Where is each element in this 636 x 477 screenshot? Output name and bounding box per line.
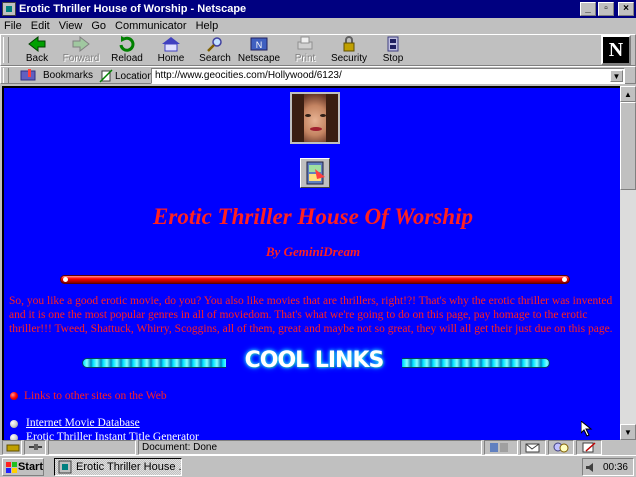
netscape-window-icon[interactable]: [2, 2, 16, 16]
volume-icon[interactable]: [585, 462, 597, 473]
windows-taskbar: Start Erotic Thriller House ... 00:36: [0, 455, 636, 477]
netscape-task-icon: [58, 460, 72, 474]
page-proxy-icon[interactable]: [99, 69, 113, 83]
print-icon: [295, 36, 315, 52]
print-label: Print: [294, 53, 316, 64]
stop-icon: [383, 36, 403, 52]
window-title: Erotic Thriller House of Worship - Netsc…: [19, 3, 247, 15]
clock: 00:36: [602, 461, 628, 473]
windows-flag-icon: [6, 461, 17, 473]
window-title-bar[interactable]: Erotic Thriller House of Worship - Netsc…: [0, 0, 636, 18]
page-title: Erotic Thriller House Of Worship: [153, 204, 473, 229]
print-button[interactable]: Print: [283, 36, 327, 66]
minimize-button[interactable]: _: [580, 2, 596, 16]
film-animation-icon: [300, 158, 330, 188]
menu-view[interactable]: View: [59, 20, 83, 32]
reload-button[interactable]: Reload: [105, 36, 149, 66]
link-internet-movie-database[interactable]: Internet Movie Database: [26, 417, 140, 429]
online-status-icon[interactable]: [24, 440, 46, 455]
location-url-text: http://www.geocities.com/Hollywood/6123/: [155, 70, 342, 81]
stop-button[interactable]: Stop: [371, 36, 415, 66]
status-text: Document: Done: [138, 440, 482, 455]
bookmarks-label: Bookmarks: [43, 69, 94, 81]
search-icon: [205, 36, 225, 52]
location-label: Location:: [115, 70, 156, 82]
security-status-icon[interactable]: [2, 440, 22, 455]
component-bar-navigator-icon[interactable]: [484, 440, 518, 455]
menu-bar: File Edit View Go Communicator Help: [0, 18, 636, 34]
component-bar-mail-icon[interactable]: [520, 440, 546, 455]
stop-label: Stop: [382, 53, 404, 64]
vertical-scrollbar[interactable]: ▲ ▼: [620, 86, 636, 440]
links-heading: Links to other sites on the Web: [24, 390, 167, 402]
netscape-icon: N: [249, 36, 269, 52]
white-bullet-icon: [10, 420, 18, 428]
home-label: Home: [157, 53, 185, 64]
mouse-cursor-icon: [581, 421, 593, 437]
toolbar-grip[interactable]: [3, 37, 9, 63]
menu-communicator[interactable]: Communicator: [115, 20, 187, 32]
location-url-input[interactable]: http://www.geocities.com/Hollywood/6123/…: [151, 68, 625, 84]
red-divider-bar: [60, 275, 570, 284]
search-label: Search: [199, 53, 231, 64]
maximize-button[interactable]: ▫: [598, 2, 614, 16]
reload-icon: [117, 36, 137, 52]
forward-button[interactable]: Forward: [59, 35, 103, 66]
component-bar-discussions-icon[interactable]: [548, 440, 574, 455]
back-arrow-icon: [27, 35, 47, 53]
home-button[interactable]: Home: [149, 36, 193, 66]
reload-label: Reload: [111, 53, 143, 64]
taskbar-netscape-label: Erotic Thriller House ...: [76, 461, 182, 473]
security-lock-icon: [339, 36, 359, 52]
back-label: Back: [25, 53, 49, 64]
progress-area: [48, 440, 136, 455]
system-tray: 00:36: [582, 458, 634, 476]
menu-help[interactable]: Help: [196, 20, 219, 32]
location-toolbar: Bookmarks Location: http://www.geocities…: [0, 66, 636, 84]
forward-label: Forward: [62, 53, 100, 64]
netscape-button[interactable]: N Netscape: [237, 36, 281, 66]
search-button[interactable]: Search: [193, 36, 237, 66]
scroll-down-button[interactable]: ▼: [620, 424, 636, 440]
red-bullet-icon: [10, 392, 18, 400]
intro-paragraph: So, you like a good erotic movie, do you…: [9, 295, 613, 335]
security-label: Security: [330, 53, 368, 64]
bookmarks-button[interactable]: Bookmarks: [19, 68, 93, 82]
menu-go[interactable]: Go: [91, 20, 106, 32]
component-bar-composer-icon[interactable]: [576, 440, 602, 455]
status-bar: Document: Done: [0, 440, 636, 455]
location-dropdown-button[interactable]: ▼: [610, 70, 623, 82]
menu-file[interactable]: File: [4, 20, 22, 32]
scroll-thumb[interactable]: [620, 102, 636, 190]
taskbar-netscape-window[interactable]: Erotic Thriller House ...: [54, 458, 182, 476]
portrait-image: [290, 92, 340, 144]
page-byline: By GeminiDream: [265, 244, 361, 259]
page-content[interactable]: Erotic Thriller House Of Worship By Gemi…: [2, 86, 620, 440]
svg-text:N: N: [256, 40, 263, 50]
link-title-generator[interactable]: Erotic Thriller Instant Title Generator: [26, 431, 199, 440]
menu-edit[interactable]: Edit: [31, 20, 50, 32]
start-label: Start: [17, 461, 43, 473]
netscape-logo[interactable]: N: [601, 35, 631, 65]
bookmarks-icon: [20, 69, 36, 81]
close-button[interactable]: ×: [618, 2, 634, 16]
location-grip[interactable]: [3, 68, 9, 83]
back-button[interactable]: Back: [15, 35, 59, 66]
start-button[interactable]: Start: [2, 458, 44, 476]
home-icon: [161, 36, 181, 52]
location-label-group: Location:: [99, 69, 156, 83]
scroll-up-button[interactable]: ▲: [620, 86, 636, 102]
netscape-label: Netscape: [237, 53, 281, 64]
navigation-toolbar: Back Forward Reload Home Search N Netsca…: [0, 34, 636, 66]
cool-links-banner: COOL LINKS: [226, 346, 402, 376]
security-button[interactable]: Security: [327, 36, 371, 66]
forward-arrow-icon: [71, 35, 91, 53]
